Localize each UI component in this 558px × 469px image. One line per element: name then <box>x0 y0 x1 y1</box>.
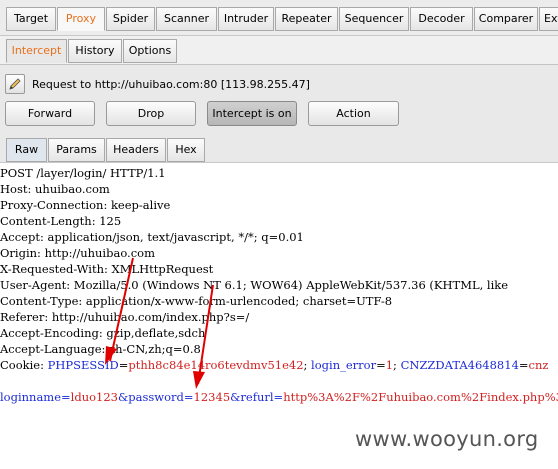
tab-params[interactable]: Params <box>48 138 105 162</box>
drop-button[interactable]: Drop <box>106 101 196 126</box>
intercept-toggle-button[interactable]: Intercept is on <box>207 101 297 126</box>
tab-raw[interactable]: Raw <box>6 138 47 162</box>
cookie-separator: ; <box>393 358 401 372</box>
header-user-agent: User-Agent: Mozilla/5.0 (Windows NT 6.1;… <box>0 278 509 292</box>
header-origin: Origin: http://uhuibao.com <box>0 246 155 260</box>
watermark: www.wooyun.org <box>355 427 539 451</box>
header-accept: Accept: application/json, text/javascrip… <box>0 230 304 244</box>
param-name-loginname: loginname <box>0 390 62 404</box>
forward-button[interactable]: Forward <box>5 101 95 126</box>
tab-history[interactable]: History <box>68 39 122 63</box>
cookie-label: Cookie: <box>0 358 48 372</box>
tab-comparer[interactable]: Comparer <box>474 7 538 31</box>
tab-hex[interactable]: Hex <box>167 138 205 162</box>
header-content-length: Content-Length: 125 <box>0 214 122 228</box>
action-button[interactable]: Action <box>308 101 399 126</box>
tab-sequencer[interactable]: Sequencer <box>339 7 409 31</box>
param-value-refurl: http%3A%2F%2Fuhuibao.com%2Findex.php%3Fs <box>283 390 558 404</box>
header-host: Host: uhuibao.com <box>0 182 110 196</box>
tab-extender[interactable]: Ext <box>539 7 558 31</box>
tab-intercept[interactable]: Intercept <box>6 39 67 63</box>
tab-spider[interactable]: Spider <box>106 7 155 31</box>
pencil-icon <box>9 78 21 90</box>
tab-headers[interactable]: Headers <box>106 138 166 162</box>
cookie-name-cnzzdata: CNZZDATA4648814 <box>400 358 519 372</box>
request-body: loginname=lduo123&password=12345&refurl=… <box>0 389 558 405</box>
tab-proxy[interactable]: Proxy <box>57 7 105 31</box>
request-target-info: Request to http://uhuibao.com:80 [113.98… <box>32 78 310 91</box>
cookie-value-cnzzdata: cnz <box>528 358 549 372</box>
header-cookie: Cookie: PHPSESSID=pthh8c84e14ro6tevdmv51… <box>0 358 549 372</box>
param-name-refurl: refurl <box>240 390 274 404</box>
cookie-name-phpsessid: PHPSESSID <box>47 358 119 372</box>
tab-options[interactable]: Options <box>123 39 177 63</box>
header-x-requested-with: X-Requested-With: XMLHttpRequest <box>0 262 214 276</box>
cookie-value-login-error: 1 <box>385 358 394 372</box>
intercept-panel: Request to http://uhuibao.com:80 [113.98… <box>0 64 558 162</box>
tab-repeater[interactable]: Repeater <box>275 7 338 31</box>
header-accept-language: Accept-Language: zh-CN,zh;q=0.8 <box>0 342 201 356</box>
edit-request-button[interactable] <box>5 74 25 94</box>
cookie-name-login-error: login_error <box>311 358 377 372</box>
param-name-password: password <box>128 390 184 404</box>
header-accept-encoding: Accept-Encoding: gzip,deflate,sdch <box>0 326 206 340</box>
tab-target[interactable]: Target <box>6 7 56 31</box>
cookie-separator: ; <box>303 358 312 372</box>
cookie-value-phpsessid: pthh8c84e14ro6tevdmv51e42 <box>128 358 304 372</box>
header-content-type: Content-Type: application/x-www-form-url… <box>0 294 393 308</box>
tab-scanner[interactable]: Scanner <box>156 7 217 31</box>
header-proxy-connection: Proxy-Connection: keep-alive <box>0 198 171 212</box>
request-line: POST /layer/login/ HTTP/1.1 <box>0 166 166 180</box>
tab-intruder[interactable]: Intruder <box>218 7 274 31</box>
param-value-password: 12345 <box>193 390 231 404</box>
main-tab-bar: Target Proxy Spider Scanner Intruder Rep… <box>0 0 558 36</box>
header-referer: Referer: http://uhuibao.com/index.php?s=… <box>0 310 250 324</box>
raw-request-editor[interactable]: POST /layer/login/ HTTP/1.1 Host: uhuiba… <box>0 162 558 469</box>
proxy-sub-tab-bar: Intercept History Options <box>0 36 558 64</box>
param-value-loginname: lduo123 <box>70 390 118 404</box>
tab-decoder[interactable]: Decoder <box>410 7 473 31</box>
